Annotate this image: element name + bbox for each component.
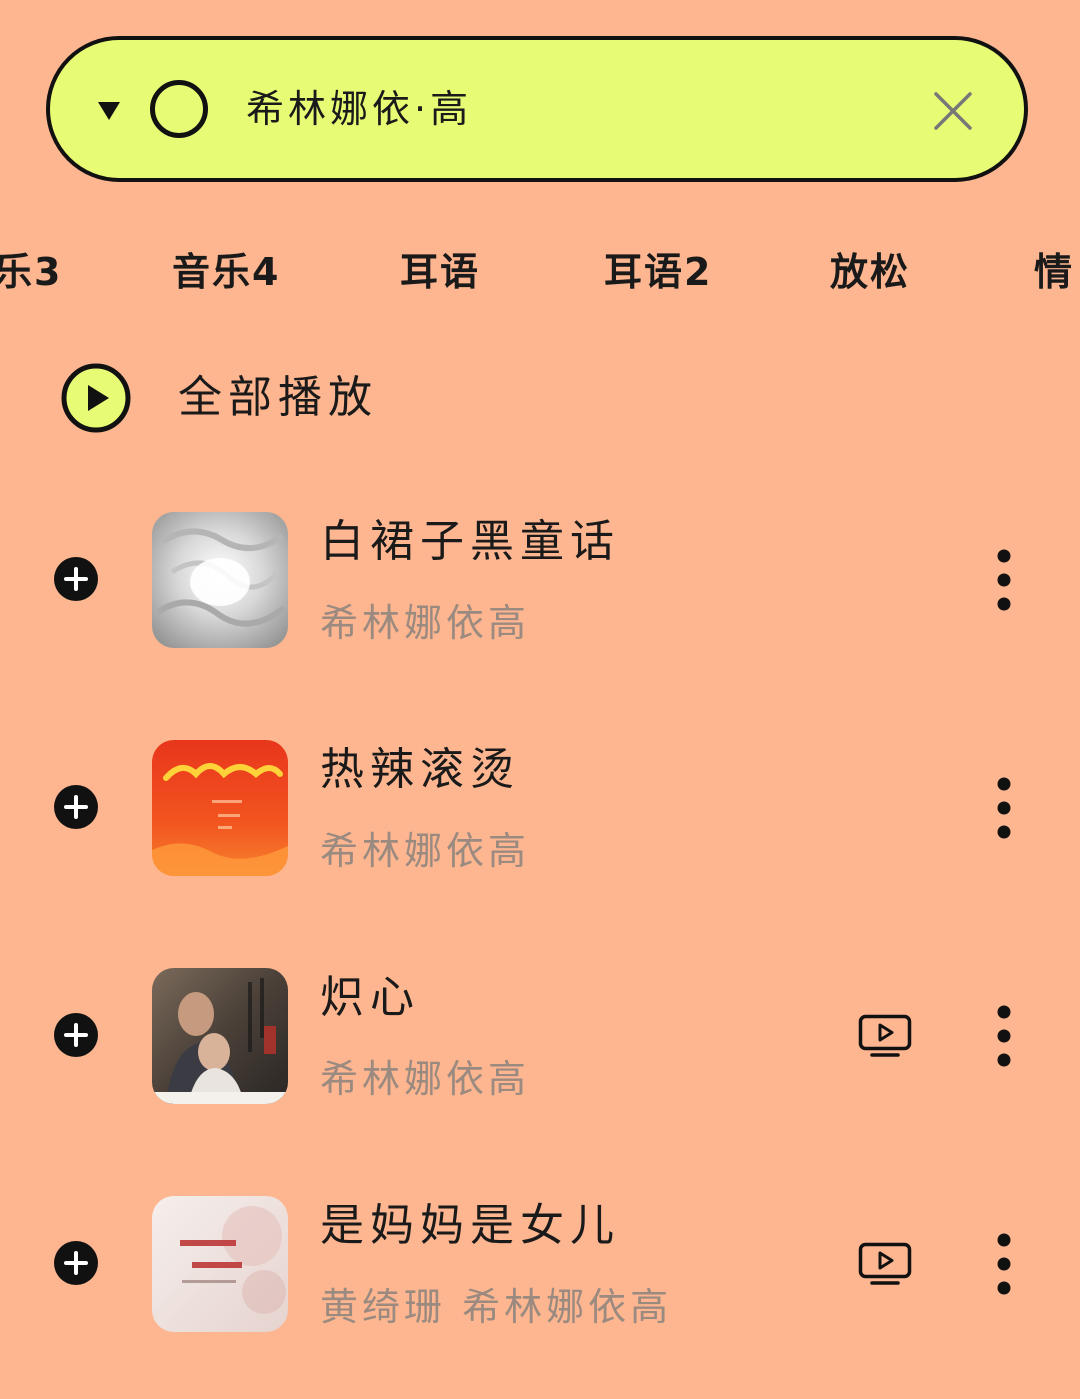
song-row[interactable]: 热辣滚烫 希林娜依高 xyxy=(0,740,1080,900)
add-icon[interactable] xyxy=(53,1240,99,1286)
play-all-button[interactable]: 全部播放 xyxy=(60,362,460,436)
play-circle-icon[interactable] xyxy=(60,362,132,434)
play-all-label: 全部播放 xyxy=(178,372,378,423)
more-vertical-icon[interactable] xyxy=(994,548,1014,612)
mv-video-icon[interactable] xyxy=(858,1014,912,1058)
search-query[interactable]: 希林娜依·高 xyxy=(246,84,472,134)
album-cover xyxy=(152,512,288,648)
album-cover xyxy=(152,1196,288,1332)
song-title: 炽心 xyxy=(320,972,420,1023)
tab-whisper[interactable]: 耳语 xyxy=(400,242,480,302)
tab-music4[interactable]: 音乐4 xyxy=(172,242,280,302)
tab-relax[interactable]: 放松 xyxy=(830,242,910,302)
search-bar[interactable]: 希林娜依·高 xyxy=(46,36,1028,182)
song-artist: 黄绮珊 希林娜依高 xyxy=(320,1285,673,1329)
close-icon[interactable] xyxy=(932,90,974,132)
mv-video-icon[interactable] xyxy=(858,1242,912,1286)
song-row[interactable]: 炽心 希林娜依高 xyxy=(0,968,1080,1128)
song-title: 是妈妈是女儿 xyxy=(320,1200,620,1251)
song-artist: 希林娜依高 xyxy=(320,1057,531,1101)
more-vertical-icon[interactable] xyxy=(994,1232,1014,1296)
song-row[interactable]: 白裙子黑童话 希林娜依高 xyxy=(0,512,1080,672)
song-row[interactable]: 是妈妈是女儿 黄绮珊 希林娜依高 xyxy=(0,1196,1080,1356)
circle-outline-icon xyxy=(150,80,208,138)
category-tabs: 乐3 音乐4 耳语 耳语2 放松 情 xyxy=(0,242,1080,302)
album-cover xyxy=(152,740,288,876)
more-vertical-icon[interactable] xyxy=(994,776,1014,840)
song-artist: 希林娜依高 xyxy=(320,601,531,645)
song-title: 白裙子黑童话 xyxy=(320,516,620,567)
add-icon[interactable] xyxy=(53,556,99,602)
tab-whisper2[interactable]: 耳语2 xyxy=(604,242,712,302)
song-artist: 希林娜依高 xyxy=(320,829,531,873)
add-icon[interactable] xyxy=(53,784,99,830)
tab-music3[interactable]: 乐3 xyxy=(0,242,62,302)
album-cover xyxy=(152,968,288,1104)
add-icon[interactable] xyxy=(53,1012,99,1058)
more-vertical-icon[interactable] xyxy=(994,1004,1014,1068)
song-title: 热辣滚烫 xyxy=(320,744,520,795)
tab-emotion[interactable]: 情 xyxy=(1034,242,1074,302)
triangle-down-icon[interactable] xyxy=(98,102,120,120)
